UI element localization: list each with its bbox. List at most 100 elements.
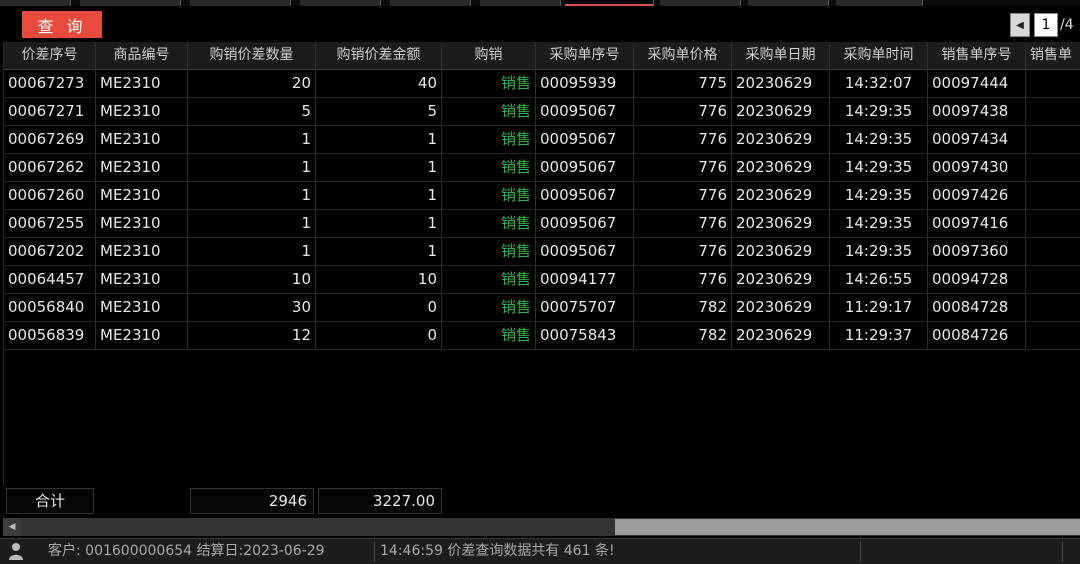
col-header[interactable]: 购销 [442,42,536,70]
table-cell: 20230629 [732,266,830,294]
table-row[interactable]: 00056839 ME2310 12 0 销售 00075843 782 20230629 11… [4,322,1080,350]
table-cell: ME2310 [96,238,188,266]
table-row[interactable]: 00067269 ME2310 1 1 销售 00095067 776 20230629 14:… [4,126,1080,154]
table-cell: 782 [634,322,732,350]
table-cell: 00067260 [4,182,96,210]
col-header[interactable]: 销售单 [1026,42,1080,70]
table-row[interactable]: 00067262 ME2310 1 1 销售 00095067 776 20230629 14:… [4,154,1080,182]
table-cell: 00097434 [928,126,1026,154]
table-cell [1026,266,1080,294]
table-cell: 0 [316,294,442,322]
col-header[interactable]: 购销价差数量 [188,42,316,70]
table-cell: ME2310 [96,182,188,210]
trade-type-cell: 销售 [442,266,536,294]
table-cell: 776 [634,126,732,154]
scrollbar-thumb[interactable] [615,519,1080,535]
table-cell: 00084726 [928,322,1026,350]
table-cell [1026,294,1080,322]
status-bar: 客户: 001600000654 结算日:2023-06-29 14:46:59… [0,538,1080,564]
table-row[interactable]: 00067271 ME2310 5 5 销售 00095067 776 20230629 14:… [4,98,1080,126]
table-cell: ME2310 [96,98,188,126]
table-cell: 20230629 [732,294,830,322]
trade-type-cell: 销售 [442,238,536,266]
table-cell: ME2310 [96,70,188,98]
table-row[interactable]: 00067255 ME2310 1 1 销售 00095067 776 20230629 14:… [4,210,1080,238]
table-cell: 00097416 [928,210,1026,238]
col-header[interactable]: 采购单价格 [634,42,732,70]
table-cell: 00097426 [928,182,1026,210]
table-cell: 1 [316,154,442,182]
col-header[interactable]: 采购单日期 [732,42,830,70]
table-cell: 1 [316,210,442,238]
col-header[interactable]: 商品编号 [96,42,188,70]
page-prev-icon[interactable]: ◀ [1010,13,1030,37]
table-body: 00067273 ME2310 20 40 销售 00095939 775 20230629 1… [4,70,1080,350]
table-cell: 20230629 [732,210,830,238]
table-cell [1026,182,1080,210]
table-cell: 14:29:35 [830,126,928,154]
table-row[interactable]: 00067202 ME2310 1 1 销售 00095067 776 20230629 14:… [4,238,1080,266]
table-cell: 1 [188,154,316,182]
page-number-input[interactable]: 1 [1034,13,1058,37]
table-cell: 1 [188,182,316,210]
table-cell: 776 [634,210,732,238]
table-cell: 00067202 [4,238,96,266]
col-header[interactable]: 销售单序号 [928,42,1026,70]
table-cell: 1 [316,126,442,154]
col-header[interactable]: 采购单时间 [830,42,928,70]
table-cell [1026,154,1080,182]
table-cell: 00095067 [536,98,634,126]
scroll-left-icon[interactable]: ◀ [3,518,21,536]
table-cell: 00095067 [536,154,634,182]
table-cell: ME2310 [96,210,188,238]
table-row[interactable]: 00064457 ME2310 10 10 销售 00094177 776 20230629 1… [4,266,1080,294]
table-cell: 00064457 [4,266,96,294]
table-cell: 00084728 [928,294,1026,322]
table-cell [1026,70,1080,98]
status-client: 客户: 001600000654 结算日:2023-06-29 [48,543,325,559]
table-cell: 1 [188,238,316,266]
table-cell: 00095067 [536,126,634,154]
status-message: 14:46:59 价差查询数据共有 461 条! [380,543,615,559]
table-cell: 20 [188,70,316,98]
table-cell: 00095067 [536,210,634,238]
table-cell: 11:29:37 [830,322,928,350]
table-cell: 1 [188,126,316,154]
table-row[interactable]: 00067273 ME2310 20 40 销售 00095939 775 20230629 1… [4,70,1080,98]
col-header[interactable]: 采购单序号 [536,42,634,70]
trade-type-cell: 销售 [442,294,536,322]
col-header[interactable]: 价差序号 [4,42,96,70]
table-cell: 20230629 [732,126,830,154]
table-cell: 11:29:17 [830,294,928,322]
table-cell: 00067262 [4,154,96,182]
status-divider [1062,541,1063,562]
table-cell: 14:26:55 [830,266,928,294]
table-cell [1026,210,1080,238]
table-cell: 775 [634,70,732,98]
table-cell: 776 [634,154,732,182]
table-cell: 14:29:35 [830,154,928,182]
table-cell: ME2310 [96,266,188,294]
table-cell: 00067273 [4,70,96,98]
table-cell: 0 [316,322,442,350]
table-cell: ME2310 [96,322,188,350]
table-cell: 00097430 [928,154,1026,182]
table-cell: ME2310 [96,154,188,182]
table-cell: 00094177 [536,266,634,294]
table-row[interactable]: 00067260 ME2310 1 1 销售 00095067 776 20230629 14:… [4,182,1080,210]
table-cell: 782 [634,294,732,322]
summary-row: 合计 2946 3227.00 [3,486,1080,516]
table-row[interactable]: 00056840 ME2310 30 0 销售 00075707 782 20230629 11… [4,294,1080,322]
page-total: /4 [1060,17,1074,33]
trade-type-cell: 销售 [442,154,536,182]
table-header: 价差序号 商品编号 购销价差数量 购销价差金额 购销 采购单序号 采购单价格 采… [4,42,1080,70]
col-header[interactable]: 购销价差金额 [316,42,442,70]
table-cell: 00095067 [536,182,634,210]
horizontal-scrollbar[interactable]: ◀ [3,518,1080,536]
table-cell: 00094728 [928,266,1026,294]
trade-type-cell: 销售 [442,126,536,154]
trade-type-cell: 销售 [442,322,536,350]
table-cell [1026,98,1080,126]
query-button[interactable]: 查 询 [22,11,102,38]
toolbar: 查 询 ◀ 1 /4 [0,6,1080,42]
